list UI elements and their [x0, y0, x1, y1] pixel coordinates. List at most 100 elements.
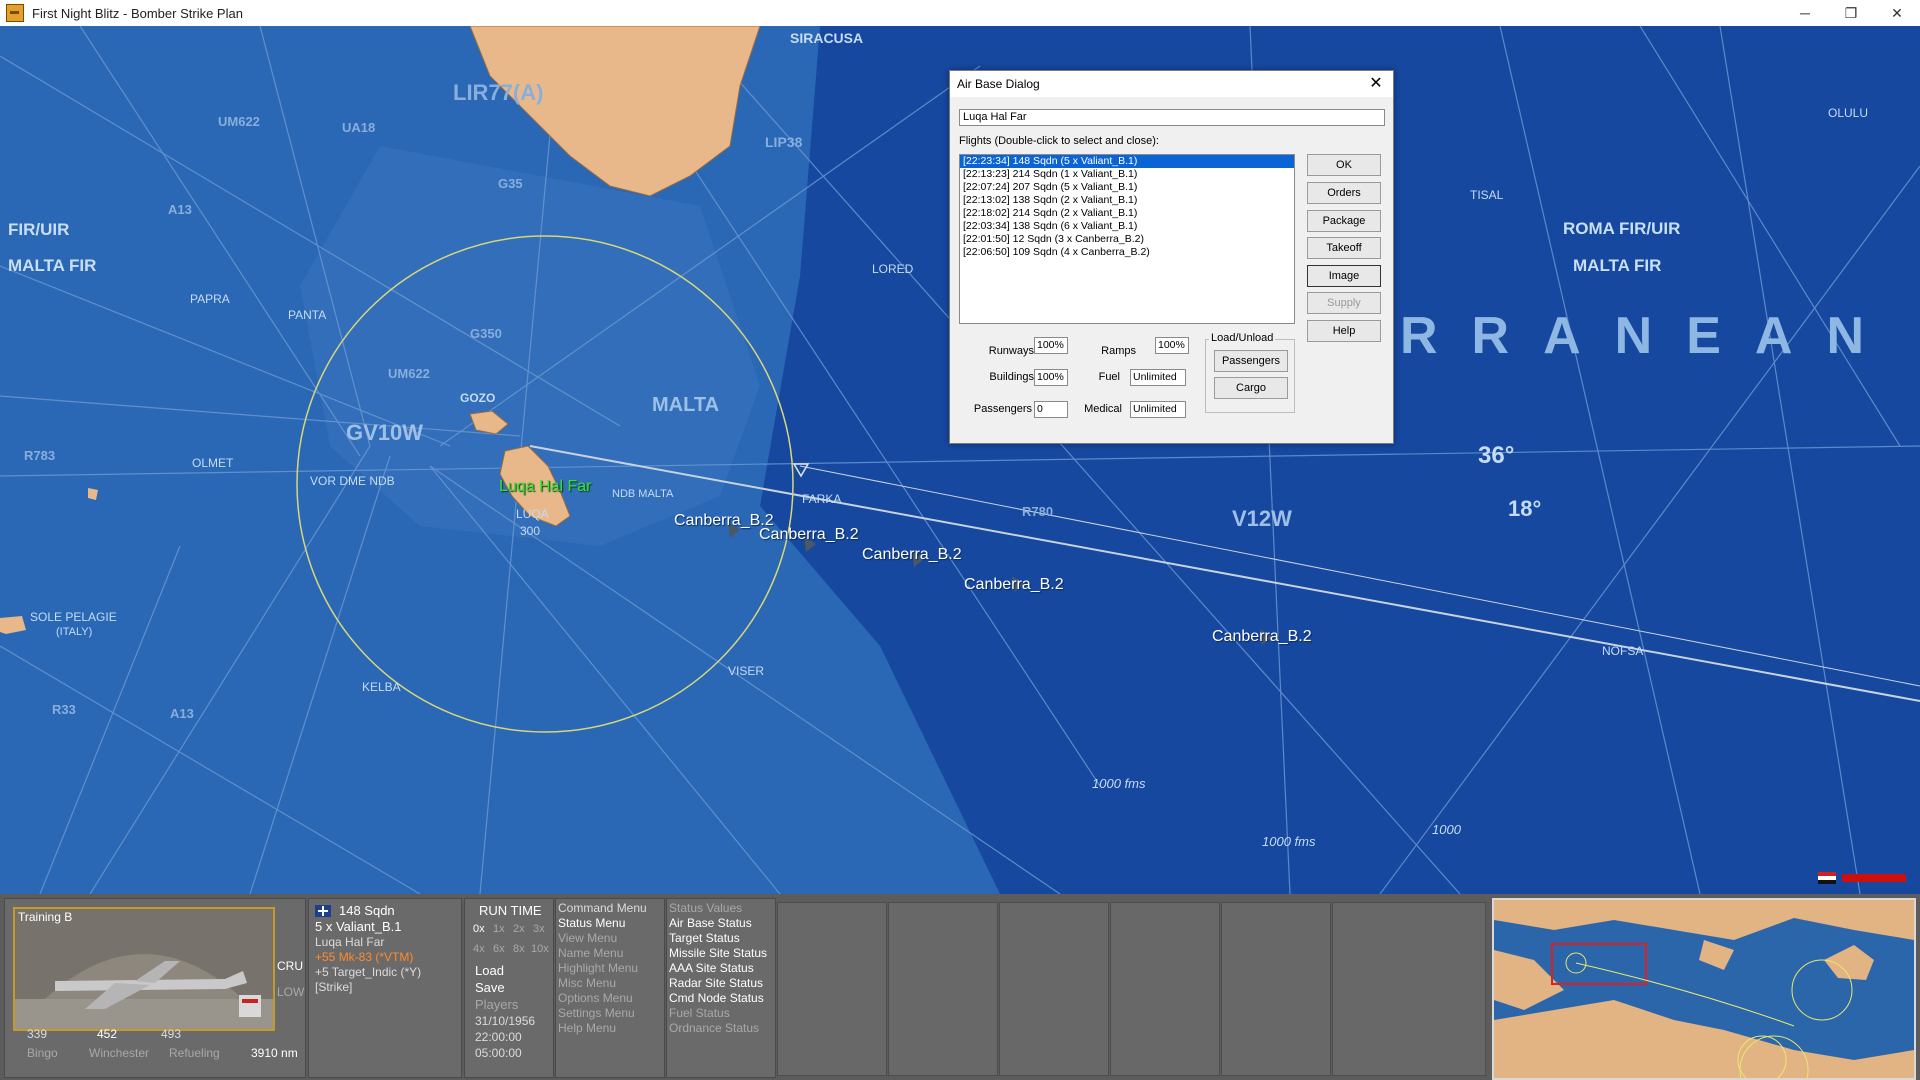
- depth-label: 1000 fms: [1262, 834, 1316, 849]
- medical-value: Unlimited: [1130, 401, 1186, 418]
- place-label: VOR DME NDB: [310, 474, 395, 488]
- place-label: LORED: [872, 262, 914, 276]
- place-label: OLMET: [192, 456, 234, 470]
- menu-panel: Command Menu Status Menu View Menu Name …: [555, 898, 665, 1078]
- menu-item[interactable]: Settings Menu: [558, 1006, 635, 1020]
- load-button[interactable]: Load: [475, 963, 504, 978]
- close-icon[interactable]: ✕: [1365, 73, 1387, 93]
- speed-6x[interactable]: 6x: [493, 943, 505, 955]
- flight-list-item[interactable]: [22:07:24] 207 Sqdn (5 x Valiant_B.1): [960, 181, 1294, 194]
- empty-slot[interactable]: [1332, 902, 1486, 1076]
- aircraft-label[interactable]: Canberra_B.2: [1212, 628, 1312, 646]
- speed-3x[interactable]: 3x: [533, 923, 545, 935]
- status-item[interactable]: AAA Site Status: [669, 961, 754, 975]
- menu-item[interactable]: Highlight Menu: [558, 961, 638, 975]
- refueling-label: Refueling: [169, 1046, 220, 1060]
- menu-item[interactable]: Command Menu: [558, 901, 647, 915]
- runways-value: 100%: [1034, 337, 1068, 354]
- flight-list-item[interactable]: [22:03:34] 138 Sqdn (6 x Valiant_B.1): [960, 220, 1294, 233]
- menu-item[interactable]: Misc Menu: [558, 976, 616, 990]
- empty-slot[interactable]: [777, 902, 887, 1076]
- menu-item[interactable]: Status Menu: [558, 916, 625, 930]
- place-label: LUQA: [516, 507, 549, 521]
- bingo-label: Bingo: [27, 1046, 58, 1060]
- empty-slot[interactable]: [1221, 902, 1331, 1076]
- fir-label: MALTA FIR: [1573, 256, 1662, 275]
- status-item[interactable]: Fuel Status: [669, 1006, 730, 1020]
- speed-mode[interactable]: CRU: [277, 959, 303, 973]
- fuel-label: Fuel: [1098, 371, 1120, 383]
- flight-list-item[interactable]: [22:06:50] 109 Sqdn (4 x Canberra_B.2): [960, 246, 1294, 259]
- flight-list-item[interactable]: [22:13:02] 138 Sqdn (2 x Valiant_B.1): [960, 194, 1294, 207]
- aircraft-label[interactable]: Canberra_B.2: [964, 576, 1064, 594]
- place-label: GOZO: [460, 391, 496, 405]
- image-button[interactable]: Image: [1307, 265, 1381, 287]
- runways-label: Runways: [988, 345, 1034, 357]
- empty-slot[interactable]: [1110, 902, 1220, 1076]
- menu-item[interactable]: Name Menu: [558, 946, 623, 960]
- flights-list[interactable]: [22:23:34] 148 Sqdn (5 x Valiant_B.1) [2…: [959, 154, 1295, 324]
- players-button[interactable]: Players: [475, 997, 518, 1012]
- place-label: OLULU: [1828, 106, 1869, 120]
- unit-info-panel: 148 Sqdn 5 x Valiant_B.1 Luqa Hal Far +5…: [308, 898, 462, 1078]
- restore-button[interactable]: ❐: [1828, 0, 1874, 26]
- menu-item[interactable]: Options Menu: [558, 991, 633, 1005]
- save-button[interactable]: Save: [475, 980, 505, 995]
- game-duration: 05:00:00: [475, 1046, 522, 1060]
- altitude-mode[interactable]: LOW: [277, 985, 304, 999]
- speed-8x[interactable]: 8x: [513, 943, 525, 955]
- supply-button[interactable]: Supply: [1307, 292, 1381, 314]
- speed-2x[interactable]: 2x: [513, 923, 525, 935]
- status-item[interactable]: Target Status: [669, 931, 740, 945]
- empty-slot[interactable]: [888, 902, 998, 1076]
- cargo-button[interactable]: Cargo: [1214, 377, 1288, 399]
- window-title: First Night Blitz - Bomber Strike Plan: [32, 5, 243, 21]
- base-name-field[interactable]: Luqa Hal Far: [959, 109, 1385, 126]
- orders-button[interactable]: Orders: [1307, 182, 1381, 204]
- status-item[interactable]: Air Base Status: [669, 916, 752, 930]
- airway-label: UA18: [342, 120, 376, 135]
- aircraft-label[interactable]: Canberra_B.2: [862, 546, 962, 564]
- status-item[interactable]: Cmd Node Status: [669, 991, 764, 1005]
- minimize-button[interactable]: ─: [1782, 0, 1828, 26]
- flight-list-item[interactable]: [22:01:50] 12 Sqdn (3 x Canberra_B.2): [960, 233, 1294, 246]
- status-item[interactable]: Missile Site Status: [669, 946, 767, 960]
- airway-label: R33: [52, 702, 76, 717]
- load-unload-title: Load/Unload: [1209, 332, 1276, 344]
- speed-4x[interactable]: 4x: [473, 943, 485, 955]
- flights-label: Flights (Double-click to select and clos…: [959, 135, 1159, 147]
- aircraft-count: 5 x Valiant_B.1: [315, 919, 402, 934]
- speed-10x[interactable]: 10x: [531, 943, 549, 955]
- aircraft-label[interactable]: Canberra_B.2: [759, 526, 859, 544]
- ramps-value: 100%: [1155, 337, 1189, 354]
- help-button[interactable]: Help: [1307, 320, 1381, 342]
- airway-label: R780: [1022, 504, 1054, 519]
- menu-item[interactable]: View Menu: [558, 931, 617, 945]
- flight-list-item[interactable]: [22:13:23] 214 Sqdn (1 x Valiant_B.1): [960, 168, 1294, 181]
- overview-minimap[interactable]: [1492, 898, 1916, 1080]
- depth-label: 1000 fms: [1092, 776, 1146, 791]
- empty-slot[interactable]: [999, 902, 1109, 1076]
- passengers-button[interactable]: Passengers: [1214, 350, 1288, 372]
- air-base-label[interactable]: Luqa Hal Far: [499, 478, 592, 496]
- takeoff-button[interactable]: Takeoff: [1307, 237, 1381, 259]
- place-label: FARKA: [802, 492, 842, 506]
- package-button[interactable]: Package: [1307, 210, 1381, 232]
- dialog-title-bar[interactable]: Air Base Dialog ✕: [950, 71, 1393, 97]
- aircraft-thumbnail[interactable]: Training B: [13, 907, 275, 1031]
- close-button[interactable]: ✕: [1874, 0, 1920, 26]
- status-item[interactable]: Ordnance Status: [669, 1021, 759, 1035]
- fir-label: MALTA FIR: [8, 256, 97, 275]
- airway-label: A13: [168, 202, 192, 217]
- status-item[interactable]: Radar Site Status: [669, 976, 763, 990]
- status-item[interactable]: Status Values: [669, 901, 742, 915]
- flight-list-item[interactable]: [22:23:34] 148 Sqdn (5 x Valiant_B.1): [960, 155, 1294, 168]
- menu-item[interactable]: Help Menu: [558, 1021, 616, 1035]
- home-base: Luqa Hal Far: [315, 935, 385, 949]
- speed-0x[interactable]: 0x: [473, 923, 485, 935]
- flight-list-item[interactable]: [22:18:02] 214 Sqdn (2 x Valiant_B.1): [960, 207, 1294, 220]
- airway-label: UM622: [218, 114, 260, 129]
- speed-1x[interactable]: 1x: [493, 923, 505, 935]
- ok-button[interactable]: OK: [1307, 154, 1381, 176]
- ramps-label: Ramps: [1101, 345, 1136, 357]
